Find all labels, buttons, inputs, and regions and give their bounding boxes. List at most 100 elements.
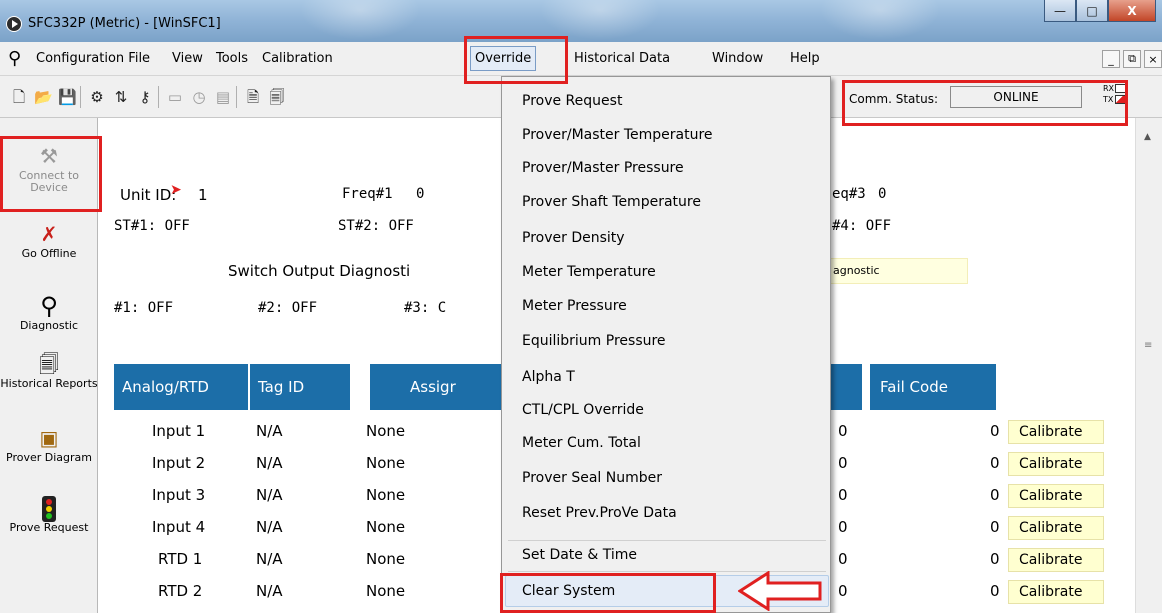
menu-separator — [508, 540, 826, 541]
row-name: Input 1 — [152, 422, 206, 440]
menu-view[interactable]: View — [172, 51, 203, 66]
row-tag: N/A — [256, 550, 283, 568]
row-assign: None — [366, 454, 406, 472]
menu-item-set-date-time[interactable]: Set Date & Time — [522, 547, 637, 563]
mdi-minimize-button[interactable]: _ — [1102, 50, 1120, 68]
menu-window[interactable]: Window — [712, 51, 763, 66]
override-menu: Prove Request Prover/Master Temperature … — [501, 76, 831, 613]
row-value: 0 — [838, 454, 848, 472]
prover-diagram-label: Prover Diagram — [6, 451, 92, 464]
st4-status: #4: OFF — [832, 218, 892, 234]
search-icon[interactable]: ⚲ — [8, 48, 21, 69]
go-offline-label: Go Offline — [21, 247, 77, 260]
calibrate-button[interactable]: Calibrate — [1008, 420, 1104, 444]
menu-item-reset-prev-prove-data[interactable]: Reset Prev.ProVe Data — [522, 505, 677, 521]
go-offline-button[interactable]: ✗ Go Offline — [0, 222, 98, 260]
offline-icon: ✗ — [40, 222, 58, 246]
output3-status: #3: C — [404, 300, 447, 316]
row-assign: None — [366, 582, 406, 600]
calibrate-button[interactable]: Calibrate — [1008, 484, 1104, 508]
scroll-up-icon[interactable]: ▲ — [1144, 132, 1151, 142]
unit-id-label: Unit ID: — [120, 186, 177, 204]
menu-item-prover-master-temperature[interactable]: Prover/Master Temperature — [522, 127, 713, 143]
menu-item-meter-pressure[interactable]: Meter Pressure — [522, 298, 627, 314]
annotation-arrow-icon — [738, 571, 822, 611]
sort-icon[interactable]: ⇅ — [112, 88, 130, 106]
historical-reports-button[interactable]: 🗐 Historical Reports — [0, 352, 98, 390]
row-fail-code: 0 — [990, 454, 1000, 472]
row-tag: N/A — [256, 422, 283, 440]
menu-item-prover-seal-number[interactable]: Prover Seal Number — [522, 470, 662, 486]
save-icon[interactable]: 💾 — [58, 88, 77, 106]
new-file-icon[interactable]: 🗋 — [10, 88, 28, 106]
calibrate-button[interactable]: Calibrate — [1008, 580, 1104, 604]
menu-tools[interactable]: Tools — [216, 51, 248, 66]
prove-request-label: Prove Request — [9, 521, 89, 534]
historical-reports-label: Historical Reports — [0, 377, 98, 390]
switch-output-diagnostic-title: Switch Output Diagnosti — [228, 262, 411, 280]
menu-configuration-file[interactable]: Configuration File — [36, 51, 150, 66]
network-icon[interactable]: ⚙ — [88, 88, 106, 106]
mdi-restore-button[interactable]: ⧉ — [1123, 50, 1141, 68]
menu-bar: ⚲ Configuration File View Tools Calibrat… — [0, 42, 1162, 76]
key-icon[interactable]: ⚷ — [136, 88, 154, 106]
window-controls: — □ X — [1044, 0, 1156, 26]
aero-glow — [820, 0, 940, 40]
menu-item-equilibrium-pressure[interactable]: Equilibrium Pressure — [522, 333, 666, 349]
open-folder-icon[interactable]: 📂 — [34, 88, 53, 106]
row-value: 0 — [838, 550, 848, 568]
row-value: 0 — [838, 486, 848, 504]
row-value: 0 — [838, 422, 848, 440]
report2-icon[interactable]: 🗐 — [268, 88, 286, 106]
diagnostic-button[interactable]: ⚲ Diagnostic — [0, 294, 98, 332]
output1-status: #1: OFF — [114, 300, 174, 316]
menu-historical-data[interactable]: Historical Data — [574, 51, 670, 66]
prover-diagram-button[interactable]: ▣ Prover Diagram — [0, 426, 98, 464]
column-header-fail-code: Fail Code — [870, 364, 996, 410]
app-icon — [6, 16, 22, 32]
close-button[interactable]: X — [1108, 0, 1156, 22]
annotation-clear-system-box — [500, 573, 716, 613]
prover-diagram-icon: ▣ — [39, 426, 59, 450]
scroll-grip-icon[interactable]: ≡ — [1144, 340, 1152, 351]
menu-calibration[interactable]: Calibration — [262, 51, 333, 66]
menu-item-prover-density[interactable]: Prover Density — [522, 230, 625, 246]
minimize-button[interactable]: — — [1044, 0, 1076, 22]
vertical-scrollbar[interactable]: ▲ ≡ — [1135, 118, 1162, 613]
toolbar-separator — [80, 86, 81, 108]
magnifier-icon: ⚲ — [40, 292, 58, 320]
row-name: Input 4 — [152, 518, 206, 536]
row-fail-code: 0 — [990, 550, 1000, 568]
menu-item-prover-shaft-temperature[interactable]: Prover Shaft Temperature — [522, 194, 701, 210]
freq1-label: Freq#1 — [342, 186, 393, 202]
calibrate-button[interactable]: Calibrate — [1008, 452, 1104, 476]
menu-item-prove-request[interactable]: Prove Request — [522, 93, 622, 109]
column-header-value — [830, 364, 862, 410]
prove-request-button[interactable]: Prove Request — [0, 496, 98, 534]
freq1-value: 0 — [416, 186, 425, 202]
row-assign: None — [366, 518, 406, 536]
menu-item-ctl-cpl-override[interactable]: CTL/CPL Override — [522, 402, 644, 418]
diagnostic-label: Diagnostic — [19, 319, 79, 332]
calibrate-button[interactable]: Calibrate — [1008, 516, 1104, 540]
historical-icon: 🗐 — [39, 352, 59, 376]
menu-help[interactable]: Help — [790, 51, 820, 66]
maximize-button[interactable]: □ — [1076, 0, 1108, 22]
counter-icon[interactable]: ▤ — [214, 88, 232, 106]
menu-item-alpha-t[interactable]: Alpha T — [522, 369, 575, 385]
report-icon[interactable]: 🗎 — [244, 88, 262, 106]
menu-item-prover-master-pressure[interactable]: Prover/Master Pressure — [522, 160, 684, 176]
row-tag: N/A — [256, 582, 283, 600]
mdi-close-button[interactable]: × — [1144, 50, 1162, 68]
row-assign: None — [366, 422, 406, 440]
clock-icon[interactable]: ◷ — [190, 88, 208, 106]
menu-item-meter-temperature[interactable]: Meter Temperature — [522, 264, 656, 280]
row-value: 0 — [838, 518, 848, 536]
annotation-override-box — [464, 36, 568, 84]
title-bar: SFC332P (Metric) - [WinSFC1] — □ X — [0, 0, 1162, 42]
grid-icon[interactable]: ▭ — [166, 88, 184, 106]
menu-item-meter-cum-total[interactable]: Meter Cum. Total — [522, 435, 641, 451]
row-assign: None — [366, 486, 406, 504]
calibrate-button[interactable]: Calibrate — [1008, 548, 1104, 572]
row-tag: N/A — [256, 454, 283, 472]
